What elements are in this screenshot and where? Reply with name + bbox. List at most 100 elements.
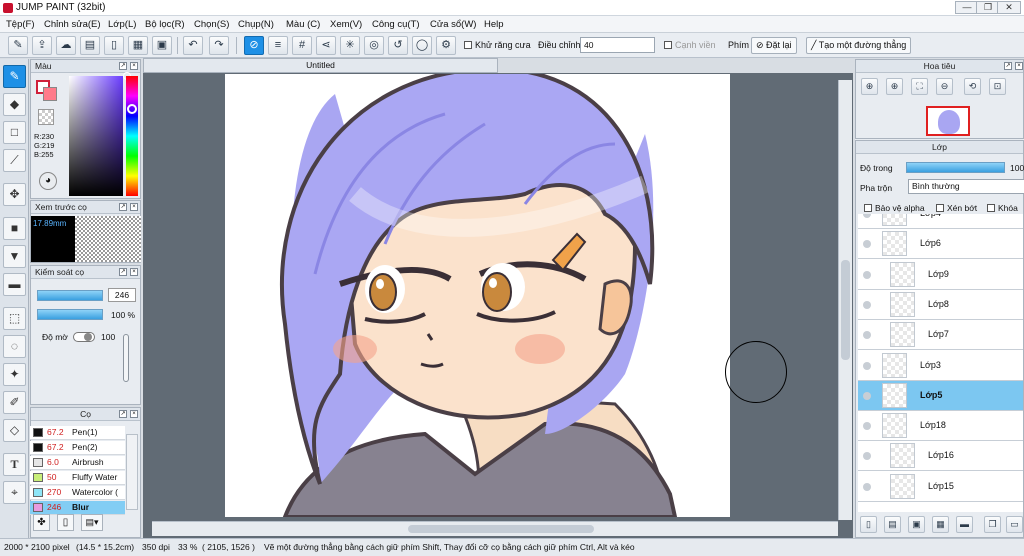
panel-close-icon[interactable]: × xyxy=(130,203,138,211)
menu-layer[interactable]: Lớp(L) xyxy=(108,19,136,30)
gradient-tool-icon[interactable]: ▬ xyxy=(3,273,26,296)
clip-checkbox[interactable] xyxy=(936,204,944,212)
parallel-lines-icon[interactable]: ≡ xyxy=(268,36,288,55)
visibility-eye-icon[interactable] xyxy=(863,214,871,218)
visibility-eye-icon[interactable] xyxy=(863,331,871,340)
settings-icon[interactable]: ⚙ xyxy=(436,36,456,55)
navigator-thumbnail[interactable] xyxy=(926,106,970,136)
layer-row[interactable]: Lớp18 xyxy=(858,411,1023,442)
brush-menu-icon[interactable]: ▤▾ xyxy=(81,514,103,531)
menu-tools[interactable]: Công cụ(T) xyxy=(372,19,420,30)
transparent-color[interactable] xyxy=(38,109,54,125)
visibility-eye-icon[interactable] xyxy=(863,482,871,491)
layer-row[interactable]: Lớp7 xyxy=(858,320,1023,351)
menu-select[interactable]: Chọn(S) xyxy=(194,19,229,30)
line-tool-icon[interactable]: ⟋ xyxy=(3,149,26,172)
panel-close-icon[interactable]: × xyxy=(1015,62,1023,70)
new-layer-icon[interactable]: ▯ xyxy=(860,516,877,533)
visibility-eye-icon[interactable] xyxy=(863,391,871,400)
menu-edit[interactable]: Chỉnh sửa(E) xyxy=(44,19,101,30)
menu-capture[interactable]: Chụp(N) xyxy=(238,19,274,30)
visibility-eye-icon[interactable] xyxy=(863,452,871,461)
canvas-tab[interactable]: Untitled xyxy=(143,58,498,73)
layer-row[interactable]: Lớp16 xyxy=(858,441,1023,472)
ellipse-icon[interactable]: ◯ xyxy=(412,36,432,55)
lasso-select-icon[interactable]: ◌ xyxy=(3,335,26,358)
rect-select-icon[interactable]: ⬚ xyxy=(3,307,26,330)
panel-float-icon[interactable]: ↗ xyxy=(119,62,127,70)
layer-row[interactable]: Lớp5 xyxy=(858,380,1023,411)
visibility-eye-icon[interactable] xyxy=(863,240,871,249)
add-brush-icon[interactable]: ✤ xyxy=(33,514,50,531)
menu-filter[interactable]: Bộ lọc(R) xyxy=(145,19,185,30)
visibility-eye-icon[interactable] xyxy=(863,270,871,279)
brush-item[interactable]: 50 Fluffy Water xyxy=(30,471,125,485)
grid-icon[interactable]: ▣ xyxy=(152,36,172,55)
menu-window[interactable]: Cửa sổ(W) xyxy=(430,19,476,30)
reset-button[interactable]: ⊘ Đặt lại xyxy=(751,37,797,54)
brush-item[interactable]: 67.2 Pen(1) xyxy=(30,426,125,440)
crosshatch-icon[interactable]: # xyxy=(292,36,312,55)
menu-help[interactable]: Help xyxy=(484,19,504,30)
bucket-tool-icon[interactable]: ▼ xyxy=(3,245,26,268)
protect-alpha-checkbox[interactable] xyxy=(864,204,872,212)
hue-handle[interactable] xyxy=(127,104,137,114)
menu-view[interactable]: Xem(V) xyxy=(330,19,362,30)
close-button[interactable]: ✕ xyxy=(997,1,1021,14)
adjust-select[interactable]: 40 xyxy=(580,37,655,53)
rectangle-tool-icon[interactable]: □ xyxy=(3,121,26,144)
layer-row[interactable]: Lớp4 xyxy=(858,214,1023,229)
eyedropper-tool-icon[interactable]: ⌖ xyxy=(3,481,26,504)
brush-item[interactable]: 270 Watercolor ( xyxy=(30,486,125,500)
drawing-canvas[interactable] xyxy=(225,74,730,517)
layer-row[interactable]: Lớp9 xyxy=(858,259,1023,290)
new-mask-icon[interactable]: ▣ xyxy=(908,516,925,533)
brush-opacity-slider[interactable] xyxy=(37,309,103,320)
brush-item[interactable]: 246 Blur xyxy=(30,501,125,515)
move-tool-icon[interactable]: ✥ xyxy=(3,183,26,206)
fit-window-icon[interactable]: ⛶ xyxy=(911,78,928,95)
halftone-icon[interactable]: ▦ xyxy=(932,516,949,533)
panel-float-icon[interactable]: ↗ xyxy=(119,203,127,211)
brush-list-scrollbar[interactable] xyxy=(126,434,138,510)
zoom-in-icon[interactable]: ⊕ xyxy=(886,78,903,95)
actual-size-icon[interactable]: ⊡ xyxy=(989,78,1006,95)
new-layer-folder-icon[interactable]: ▤ xyxy=(884,516,901,533)
eraser-tool-icon[interactable]: ◆ xyxy=(3,93,26,116)
new-brush-icon[interactable]: ▯ xyxy=(57,514,74,531)
undo-icon[interactable]: ↶ xyxy=(183,36,203,55)
saturation-value-field[interactable] xyxy=(69,76,123,196)
layer-row[interactable]: Lớp15 xyxy=(858,471,1023,502)
select-eraser-icon[interactable]: ◇ xyxy=(3,419,26,442)
new-canvas-icon[interactable]: ✎ xyxy=(8,36,28,55)
merge-layer-icon[interactable]: ▭ xyxy=(1006,516,1023,533)
concentric-circle-icon[interactable]: ◎ xyxy=(364,36,384,55)
layer-row[interactable]: Lớp6 xyxy=(858,229,1023,260)
palette-icon[interactable]: ◕ xyxy=(39,172,57,190)
visibility-eye-icon[interactable] xyxy=(863,422,871,431)
blend-mode-select[interactable]: Bình thường xyxy=(908,179,1024,194)
zoom-out-icon[interactable]: ⊖ xyxy=(936,78,953,95)
fill-rect-tool-icon[interactable]: ■ xyxy=(3,217,26,240)
vanishing-point-icon[interactable]: ⋖ xyxy=(316,36,336,55)
magic-wand-icon[interactable]: ✦ xyxy=(3,363,26,386)
folder-icon[interactable]: ▬ xyxy=(956,516,973,533)
brush-size-slider[interactable] xyxy=(37,290,103,301)
radial-lines-icon[interactable]: ✳ xyxy=(340,36,360,55)
lock-checkbox[interactable] xyxy=(987,204,995,212)
document-icon[interactable]: ▯ xyxy=(104,36,124,55)
brush-size-value[interactable]: 246 xyxy=(108,288,136,302)
panel-float-icon[interactable]: ↗ xyxy=(119,268,127,276)
density-toggle[interactable] xyxy=(73,332,95,342)
visibility-eye-icon[interactable] xyxy=(863,361,871,370)
text-tool-icon[interactable]: T xyxy=(3,453,26,476)
comment-icon[interactable]: ▤ xyxy=(80,36,100,55)
menu-color[interactable]: Màu (C) xyxy=(286,19,320,30)
layout-icon[interactable]: ▦ xyxy=(128,36,148,55)
menu-file[interactable]: Tệp(F) xyxy=(6,19,35,30)
select-pen-icon[interactable]: ✐ xyxy=(3,391,26,414)
panel-close-icon[interactable]: × xyxy=(130,62,138,70)
visibility-eye-icon[interactable] xyxy=(863,300,871,309)
chat-icon[interactable]: ☁ xyxy=(56,36,76,55)
brush-item[interactable]: 6.0 Airbrush xyxy=(30,456,125,470)
